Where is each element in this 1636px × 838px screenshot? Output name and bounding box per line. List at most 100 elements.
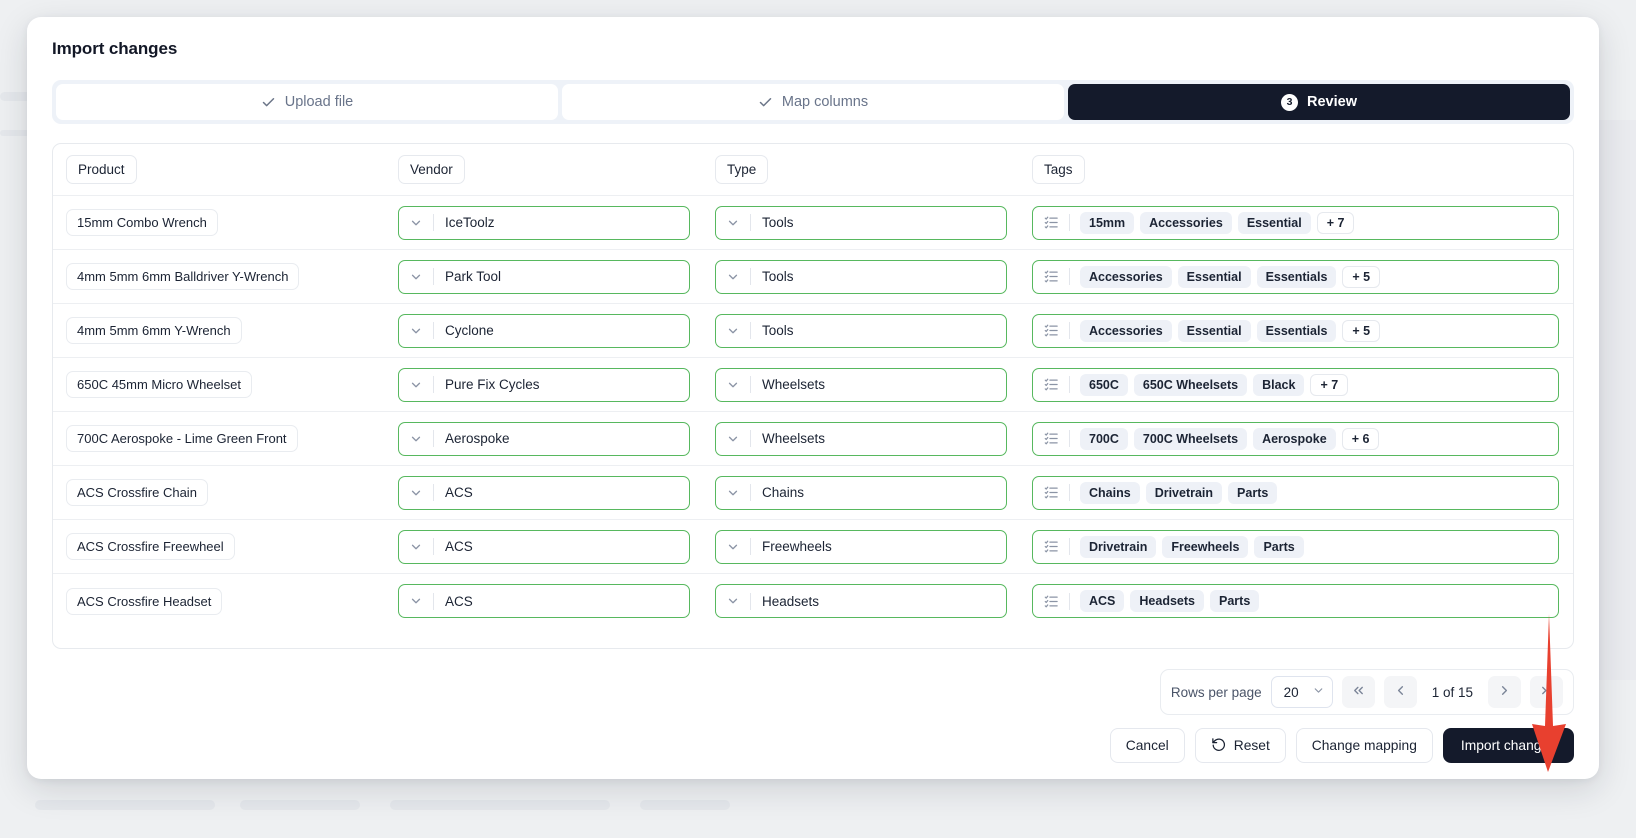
- background-content: [640, 800, 730, 810]
- tags-cell: Chains Drivetrain Parts: [1032, 475, 1573, 510]
- stepper-step-label: Upload file: [284, 94, 354, 110]
- type-select[interactable]: Wheelsets: [715, 421, 1007, 456]
- tag-chip: Drivetrain: [1080, 535, 1157, 558]
- first-page-button[interactable]: [1341, 676, 1375, 708]
- product-cell: ACS Crossfire Chain: [53, 479, 398, 506]
- reset-button[interactable]: Reset: [1194, 728, 1286, 763]
- product-cell: 650C 45mm Micro Wheelset: [53, 371, 398, 398]
- tag-overflow-chip[interactable]: + 7: [1316, 211, 1355, 234]
- vendor-select[interactable]: Aerospoke: [398, 421, 690, 456]
- background-content: [390, 800, 610, 810]
- vendor-value: ACS: [445, 593, 473, 609]
- tag-list-icon: [1033, 315, 1069, 347]
- tag-overflow-chip[interactable]: + 5: [1342, 319, 1381, 342]
- tag-chip: 650C Wheelsets: [1133, 373, 1248, 396]
- type-select[interactable]: Headsets: [715, 584, 1007, 618]
- chevron-down-icon: [716, 531, 750, 563]
- tag-chip: Black: [1253, 373, 1305, 396]
- chevron-right-icon: [1497, 683, 1512, 701]
- type-value: Tools: [762, 215, 794, 230]
- vendor-select[interactable]: Park Tool: [398, 259, 690, 294]
- dialog-title: Import changes: [52, 39, 178, 58]
- type-value: Tools: [762, 269, 794, 284]
- chevron-down-icon: [716, 585, 750, 617]
- chevron-down-icon: [399, 261, 433, 293]
- tags-field[interactable]: ACS Headsets Parts: [1032, 584, 1559, 618]
- vendor-select[interactable]: IceToolz: [398, 205, 690, 240]
- tag-overflow-chip[interactable]: + 7: [1310, 373, 1349, 396]
- product-cell: 4mm 5mm 6mm Balldriver Y-Wrench: [53, 263, 398, 290]
- import-changes-button[interactable]: Import changes: [1442, 728, 1574, 763]
- tag-chip: Accessories: [1080, 319, 1172, 342]
- check-icon: [261, 95, 276, 110]
- vendor-select[interactable]: Cyclone: [398, 313, 690, 348]
- tag-overflow-chip[interactable]: + 5: [1342, 265, 1381, 288]
- column-header-product-cell: Product: [53, 155, 398, 184]
- chevron-down-icon: [399, 207, 433, 239]
- type-select[interactable]: Tools: [715, 205, 1007, 240]
- stepper-step-review[interactable]: 3 Review: [1068, 84, 1570, 120]
- type-select[interactable]: Tools: [715, 313, 1007, 348]
- previous-page-button[interactable]: [1383, 676, 1417, 708]
- chevron-down-icon: [716, 207, 750, 239]
- background-content: [1596, 120, 1636, 680]
- product-cell: 15mm Combo Wrench: [53, 209, 398, 236]
- vendor-select[interactable]: ACS: [398, 584, 690, 618]
- vendor-select[interactable]: ACS: [398, 529, 690, 564]
- type-select[interactable]: Chains: [715, 475, 1007, 510]
- tags-cell: 700C 700C Wheelsets Aerospoke + 6: [1032, 421, 1573, 456]
- rows-per-page-select[interactable]: 20: [1270, 676, 1333, 708]
- tag-chip: Parts: [1254, 535, 1304, 558]
- tags-field[interactable]: 15mm Accessories Essential + 7: [1032, 205, 1559, 240]
- column-header-type-cell: Type: [715, 155, 1032, 184]
- table-row: 15mm Combo Wrench IceToolz Tools 15mm Access…: [53, 196, 1573, 250]
- tag-list-icon: [1033, 477, 1069, 509]
- type-cell: Tools: [715, 313, 1032, 348]
- next-page-button[interactable]: [1488, 676, 1521, 708]
- tags-field[interactable]: Accessories Essential Essentials + 5: [1032, 313, 1559, 348]
- table-row: 700C Aerospoke - Lime Green Front Aerospo…: [53, 412, 1573, 466]
- type-select[interactable]: Tools: [715, 259, 1007, 294]
- tag-chip: 700C Wheelsets: [1133, 427, 1248, 450]
- tags-cell: Accessories Essential Essentials + 5: [1032, 313, 1573, 348]
- tags-field[interactable]: Drivetrain Freewheels Parts: [1032, 529, 1559, 564]
- stepper-step-map-columns[interactable]: Map columns: [562, 84, 1064, 120]
- review-table: Product Vendor Type Tags 15mm Combo Wren…: [52, 143, 1574, 649]
- tag-list-icon: [1033, 261, 1069, 293]
- column-header-tags[interactable]: Tags: [1032, 155, 1085, 184]
- type-value: Wheelsets: [762, 377, 826, 392]
- last-page-button[interactable]: [1530, 676, 1563, 708]
- column-header-vendor[interactable]: Vendor: [398, 155, 465, 184]
- tags-field[interactable]: Chains Drivetrain Parts: [1032, 475, 1559, 510]
- type-select[interactable]: Freewheels: [715, 529, 1007, 564]
- tags-field[interactable]: Accessories Essential Essentials + 5: [1032, 259, 1559, 294]
- change-mapping-button[interactable]: Change mapping: [1295, 728, 1433, 763]
- stepper-step-label: Map columns: [781, 94, 869, 110]
- vendor-select[interactable]: ACS: [398, 475, 690, 510]
- column-header-type[interactable]: Type: [715, 155, 769, 184]
- type-cell: Chains: [715, 475, 1032, 510]
- tags-cell: ACS Headsets Parts: [1032, 584, 1573, 618]
- vendor-value: Park Tool: [445, 269, 502, 284]
- tag-overflow-chip[interactable]: + 6: [1341, 427, 1380, 450]
- tag-list: ACS Headsets Parts: [1070, 590, 1260, 612]
- tag-chip: Parts: [1228, 481, 1278, 504]
- tags-cell: 15mm Accessories Essential + 7: [1032, 205, 1573, 240]
- tag-chip: 650C: [1080, 373, 1128, 396]
- tags-field[interactable]: 700C 700C Wheelsets Aerospoke + 6: [1032, 421, 1559, 456]
- chevron-down-icon: [399, 423, 433, 455]
- column-header-product[interactable]: Product: [66, 155, 137, 184]
- type-cell: Wheelsets: [715, 421, 1032, 456]
- tag-chip: Drivetrain: [1145, 481, 1223, 504]
- product-name-chip: 650C 45mm Micro Wheelset: [66, 371, 252, 398]
- tag-chip: Parts: [1210, 590, 1260, 612]
- tags-field[interactable]: 650C 650C Wheelsets Black + 7: [1032, 367, 1559, 402]
- chevron-left-icon: [1393, 683, 1408, 701]
- tag-chip: Headsets: [1130, 590, 1204, 612]
- stepper-step-upload-file[interactable]: Upload file: [56, 84, 558, 120]
- type-select[interactable]: Wheelsets: [715, 367, 1007, 402]
- chevron-down-icon: [716, 315, 750, 347]
- chevron-down-icon: [399, 477, 433, 509]
- cancel-button[interactable]: Cancel: [1109, 728, 1185, 763]
- vendor-select[interactable]: Pure Fix Cycles: [398, 367, 690, 402]
